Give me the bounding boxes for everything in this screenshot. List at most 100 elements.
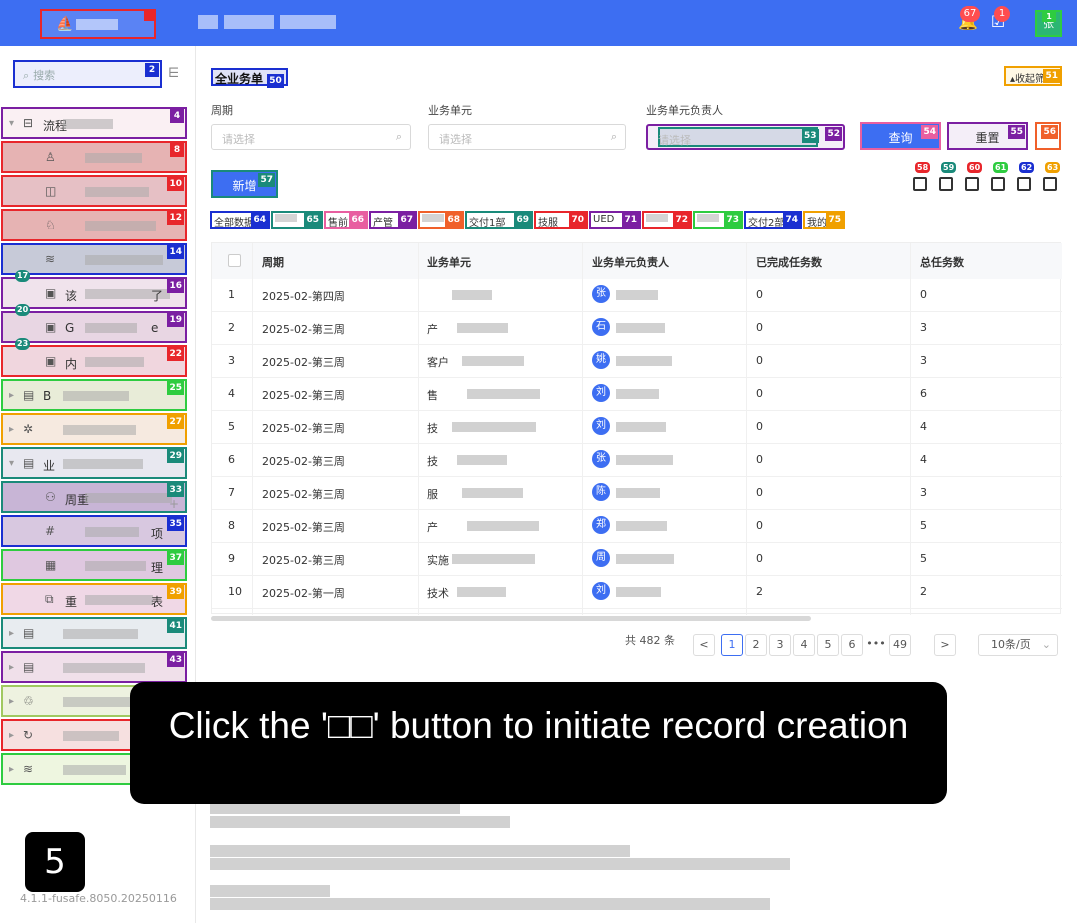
sidebar-item[interactable]: ▸ ▤ B 25 [1,379,187,411]
sidebar-item[interactable]: ♙ 8 [1,141,187,173]
filter-tab[interactable]: UED 71 [589,211,641,229]
tab-tag: 65 [304,213,321,227]
table-row[interactable]: 2 2025-02-第三周 产 石 0 3 [212,312,1062,345]
table-row[interactable]: 7 2025-02-第三周 服 陈 0 3 [212,477,1062,510]
tab-tag: 73 [724,213,741,227]
add-button[interactable]: 新增 57 [211,170,278,198]
page-button[interactable]: 1 [721,634,743,656]
more-button[interactable]: 56 [1035,122,1061,150]
tab-tag: 66 [349,213,366,227]
table-row[interactable]: 3 2025-02-第三周 客户 姚 0 3 [212,345,1062,378]
column-header[interactable]: 业务单元 [427,254,471,270]
filter-tab[interactable]: 交付1部 69 [465,211,533,229]
filter-tab[interactable]: 65 [271,211,323,229]
task-icon[interactable]: ☑ 1 [988,6,1010,32]
prev-page-button[interactable]: < [693,634,715,656]
collapse-filter-button[interactable]: ▴收起筛 51 [1004,66,1062,86]
next-page-button[interactable]: > [934,634,956,656]
owner-select[interactable]: 请选择 53 52 [646,124,845,150]
sidebar-item[interactable]: ▸ ▤ 43 [1,651,187,683]
download-icon[interactable] [1043,177,1057,191]
filter-tab[interactable]: 交付2部 74 [744,211,802,229]
filter-tab[interactable]: 技服 70 [534,211,588,229]
unit-cell: 技 [427,455,438,468]
reset-button[interactable]: 重置 55 [947,122,1028,150]
filter-tab[interactable]: 全部数据 64 [210,211,270,229]
table-row[interactable]: 10 2025-02-第一周 技术 刘 2 2 [212,576,1062,609]
import-icon[interactable] [939,177,953,191]
page-button[interactable]: ••• [865,634,887,656]
header-title [198,15,338,29]
columns-icon[interactable] [991,177,1005,191]
sidebar-item[interactable]: # 项 35 [1,515,187,547]
period-cell: 2025-02-第三周 [262,323,345,336]
search-placeholder: 搜索 [33,69,56,82]
sidebar-item[interactable]: ⧉ 重 表 39 [1,583,187,615]
sidebar-item[interactable]: ▾ ⊟ 流程 4 [1,107,187,139]
sidebar-item[interactable]: ▾ ▤ 业 29 [1,447,187,479]
table-row[interactable]: 5 2025-02-第三周 技 刘 0 4 [212,411,1062,444]
filter-tab[interactable]: 72 [642,211,692,229]
filter-tab[interactable]: 68 [418,211,464,229]
page-button[interactable]: 4 [793,634,815,656]
unit-cell: 产 [427,323,438,336]
unit-select[interactable]: 请选择 ⌕ [428,124,626,150]
table-row[interactable]: 1 2025-02-第四周 张 0 0 [212,279,1062,312]
owner-avatar: 石 [592,318,610,336]
sidebar-item[interactable]: ≋ 14 [1,243,187,275]
table-row[interactable]: 6 2025-02-第三周 技 张 0 4 [212,444,1062,477]
filter-tab[interactable]: 73 [693,211,743,229]
column-header[interactable]: 业务单元负责人 [592,254,669,270]
record-icon[interactable] [913,177,927,191]
owner-avatar: 张 [592,450,610,468]
page-button[interactable]: 3 [769,634,791,656]
sidebar-item[interactable]: ♘ 12 [1,209,187,241]
query-button[interactable]: 查询 54 [860,122,941,150]
export-icon[interactable] [965,177,979,191]
period-cell: 2025-02-第四周 [262,290,345,303]
table-row[interactable]: 8 2025-02-第三周 产 郑 0 5 [212,510,1062,543]
sidebar-item[interactable]: ▦ 理 37 [1,549,187,581]
sidebar-item[interactable]: ▣ 该 了 16 17 [1,270,187,309]
column-header[interactable]: 总任务数 [920,254,964,270]
sidebar-item-tag: 39 [167,585,184,599]
filter-tab[interactable]: 售前 66 [324,211,368,229]
select-all-checkbox[interactable] [228,254,241,267]
tab-label: 我的 [807,218,827,229]
page-size-select[interactable]: 10条/页 ⌄ [978,634,1058,656]
table-row[interactable]: 4 2025-02-第三周 售 刘 0 6 [212,378,1062,411]
sidebar-item[interactable]: ▸ ▤ 41 [1,617,187,649]
done-count-cell: 0 [756,519,763,532]
sidebar-item[interactable]: ▣ Ge 19 20 [1,304,187,343]
period-select[interactable]: 请选择 ⌕ [211,124,411,150]
user-avatar[interactable]: 张 1 [1035,10,1062,37]
sidebar-item-label-end: e [151,321,159,335]
app-logo[interactable]: ⛵ [40,9,156,39]
add-icon[interactable]: + [169,497,179,511]
sidebar-item[interactable]: ⚇ 周重 +33 [1,481,187,513]
search-icon: ⌕ [395,130,402,143]
sidebar-item[interactable]: ▣ 内 22 23 [1,338,187,377]
filter-tab[interactable]: 产管 67 [369,211,417,229]
table-scrollbar[interactable] [211,616,811,621]
filter-label-period: 周期 [211,104,233,117]
page-button[interactable]: 5 [817,634,839,656]
step-counter: 5 [25,832,85,892]
bell-icon[interactable]: 🔔 67 [958,6,980,32]
page-button[interactable]: 49 [889,634,911,656]
tab-label: 产管 [373,218,393,229]
list-icon[interactable] [1017,177,1031,191]
table-row[interactable]: 9 2025-02-第三周 实施 周 0 5 [212,543,1062,576]
page-button[interactable]: 6 [841,634,863,656]
sidebar-item[interactable]: ▸ ✲ 27 [1,413,187,445]
filter-tab[interactable]: 我的 75 [803,211,845,229]
column-header[interactable]: 已完成任务数 [756,254,822,270]
sidebar-sub-tag: 23 [15,338,31,350]
chevron-icon: ▸ [9,730,15,741]
column-header[interactable]: 周期 [262,254,284,270]
page-button[interactable]: 2 [745,634,767,656]
menu-collapse-icon[interactable]: ⋿ [168,66,179,81]
sidebar-item[interactable]: ◫ 10 [1,175,187,207]
search-input[interactable]: ⌕ 搜索 2 [13,60,162,88]
form-icon: ▤ [23,456,35,470]
